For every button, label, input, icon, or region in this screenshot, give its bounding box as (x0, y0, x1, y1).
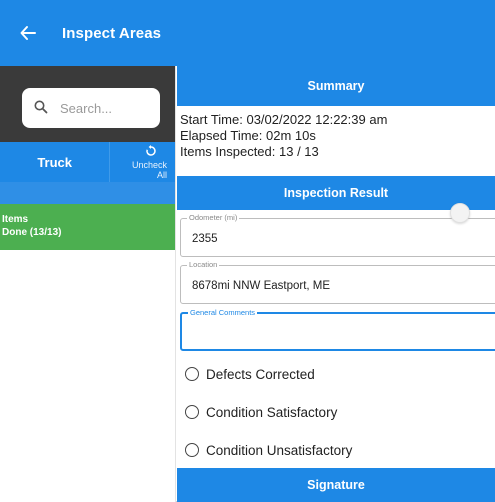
search-area: Search... (0, 66, 175, 142)
location-field[interactable]: Location 8678mi NNW Eastport, ME (180, 260, 495, 304)
tab-indicator-band (0, 182, 175, 204)
odometer-field[interactable]: Odometer (mi) 2355 (180, 213, 495, 257)
arrow-left-icon[interactable] (16, 21, 40, 45)
inspection-result-heading: Inspection Result (177, 176, 495, 210)
main-content: Summary Start Time: 03/02/2022 12:22:39 … (177, 66, 495, 502)
odometer-label: Odometer (mi) (187, 213, 240, 222)
radio-label: Condition Satisfactory (206, 404, 338, 420)
tab-truck[interactable]: Truck (0, 142, 110, 182)
signature-heading: Signature (177, 468, 495, 502)
radio-condition-satisfactory[interactable]: Condition Satisfactory (177, 393, 495, 431)
radio-defects-corrected[interactable]: Defects Corrected (177, 355, 495, 393)
location-value: 8678mi NNW Eastport, ME (192, 280, 331, 292)
radio-label: Defects Corrected (206, 366, 315, 382)
items-title: Items (2, 214, 29, 225)
radio-circle-icon (185, 367, 199, 381)
radio-circle-icon (185, 443, 199, 457)
radio-label: Condition Unsatisfactory (206, 442, 353, 458)
odometer-value: 2355 (192, 233, 218, 245)
uncheck-label-line1: Uncheck (131, 159, 167, 170)
items-done-count: Done (13/13) (2, 227, 62, 238)
page-title: Inspect Areas (62, 24, 162, 42)
summary-heading: Summary (177, 66, 495, 106)
app-bar: Inspect Areas (0, 0, 495, 66)
summary-panel: Start Time: 03/02/2022 12:22:39 am Elaps… (177, 106, 495, 176)
search-input[interactable]: Search... (22, 88, 160, 128)
general-comments-field[interactable]: General Comments (180, 308, 495, 351)
start-time: Start Time: 03/02/2022 12:22:39 am (180, 112, 388, 127)
uncheck-label-line2: All (156, 169, 167, 180)
uncheck-all-button[interactable]: Uncheck All (109, 142, 175, 182)
location-label: Location (187, 260, 220, 269)
app-frame: Inspect Areas Search... Truck Uncheck Al… (0, 0, 495, 502)
radio-circle-icon (185, 405, 199, 419)
elapsed-time: Elapsed Time: 02m 10s (180, 128, 316, 143)
general-comments-label: General Comments (188, 308, 258, 317)
sidebar-item-items[interactable]: Items Done (13/13) (0, 204, 175, 250)
search-icon (34, 100, 60, 117)
items-inspected: Items Inspected: 13 / 13 (180, 144, 319, 159)
inspection-result-label: Inspection Result (283, 186, 389, 200)
sidebar: Search... Truck Uncheck All Items Done (… (0, 66, 176, 502)
toggle-knob[interactable] (450, 203, 470, 223)
search-placeholder: Search... (60, 100, 113, 116)
radio-condition-unsatisfactory[interactable]: Condition Unsatisfactory (177, 431, 495, 469)
refresh-icon (145, 144, 157, 159)
sidebar-tabs: Truck Uncheck All (0, 142, 175, 182)
